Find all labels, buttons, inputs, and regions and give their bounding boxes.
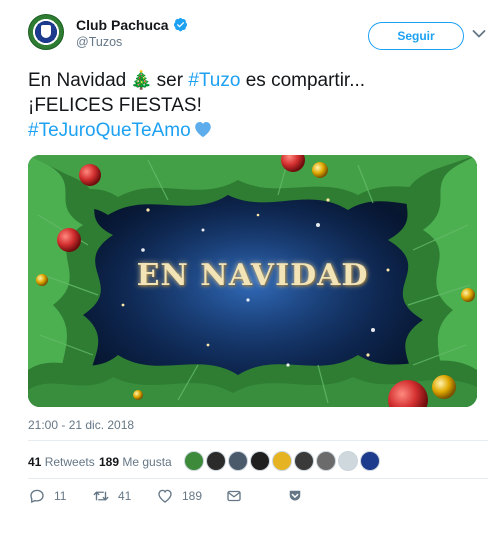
hashtag-link-tejuroquetamo[interactable]: #TeJuroQueTeAmo	[28, 120, 191, 141]
pocket-icon	[289, 490, 301, 501]
tweet-text-segment: En Navidad	[28, 70, 127, 91]
media-title-text: EN NAVIDAD	[136, 258, 369, 293]
tweet-media[interactable]: EN NAVIDAD	[28, 155, 477, 407]
black-avatar[interactable]	[294, 451, 314, 471]
reply-icon	[30, 489, 44, 504]
retweets-stat[interactable]: 41 Retweets	[28, 455, 95, 469]
club-avatar[interactable]	[28, 14, 64, 50]
account-name[interactable]: Club Pachuca	[76, 17, 169, 33]
retweets-label: Retweets	[44, 455, 95, 469]
like-button[interactable]: 189	[156, 486, 202, 506]
yellow-avatar[interactable]	[272, 451, 292, 471]
tweet-timestamp[interactable]: 21:00 - 21 dic. 2018	[28, 418, 134, 432]
verified-badge-icon	[173, 17, 188, 32]
tweet-card: Club Pachuca @Tuzos Seguir En Navidad 🎄 se…	[0, 0, 501, 544]
blue-heart-icon	[194, 122, 211, 138]
account-handle[interactable]: @Tuzos	[76, 35, 122, 49]
tweet-actions: 11 41 189	[28, 486, 328, 510]
chevron-down-icon[interactable]	[472, 29, 486, 39]
divider	[28, 478, 488, 479]
heart-icon	[158, 489, 172, 503]
tweet-line-2: ¡FELICES FIESTAS!	[28, 95, 202, 116]
person-avatar[interactable]	[228, 451, 248, 471]
retweet-icon	[93, 491, 109, 501]
tweet-text: En Navidad 🎄 ser #Tuzo es compartir... ¡FE…	[28, 68, 478, 143]
likes-count: 189	[99, 455, 120, 469]
green-avatar[interactable]	[184, 451, 204, 471]
bookmark-button[interactable]	[286, 486, 312, 506]
tweet-line-1: En Navidad 🎄 ser #Tuzo es compartir...	[28, 68, 478, 93]
message-button[interactable]	[225, 486, 251, 506]
white-avatar[interactable]	[338, 451, 358, 471]
christmas-tree-icon: 🎄	[130, 70, 153, 90]
retweet-count: 41	[118, 489, 132, 503]
reply-count: 11	[54, 489, 67, 503]
dark-avatar[interactable]	[206, 451, 226, 471]
tweet-text-segment: ser	[156, 70, 184, 91]
car-avatar[interactable]	[250, 451, 270, 471]
tweet-text-segment: es compartir...	[245, 70, 366, 91]
tweet-header: Club Pachuca @Tuzos Seguir	[28, 14, 488, 58]
follow-button[interactable]: Seguir	[368, 22, 464, 50]
retweet-button[interactable]: 41	[92, 486, 131, 506]
divider	[28, 440, 488, 441]
likes-stat[interactable]: 189 Me gusta	[99, 455, 172, 469]
retweets-count: 41	[28, 455, 42, 469]
likes-label: Me gusta	[122, 455, 172, 469]
tweet-line-3: #TeJuroQueTeAmo	[28, 118, 478, 143]
club-avatar[interactable]	[360, 451, 380, 471]
like-count: 189	[182, 489, 203, 503]
hashtag-link-tuzo[interactable]: #Tuzo	[188, 70, 240, 91]
reply-button[interactable]: 11	[28, 486, 66, 506]
ball-avatar[interactable]	[316, 451, 336, 471]
envelope-icon	[227, 490, 241, 502]
